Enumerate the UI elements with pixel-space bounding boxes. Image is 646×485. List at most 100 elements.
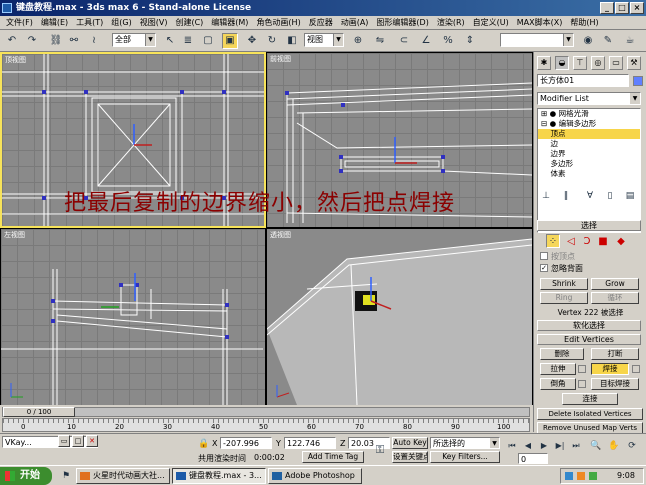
- menu-customize[interactable]: 自定义(U): [469, 17, 513, 28]
- snap-icon[interactable]: ⊂: [396, 33, 412, 49]
- named-selection-dropdown[interactable]: ▼: [500, 33, 574, 47]
- next-frame-icon[interactable]: ▶|: [552, 438, 568, 454]
- show-end-result-icon[interactable]: ‖: [558, 188, 574, 204]
- menu-animation[interactable]: 动画(A): [337, 17, 373, 28]
- menu-graph-editors[interactable]: 图形编辑器(D): [372, 17, 432, 28]
- selection-filter-dropdown[interactable]: 全部 ▼: [112, 33, 156, 47]
- selection-rollout-header[interactable]: 选择: [537, 220, 641, 231]
- angle-snap-icon[interactable]: ∠: [418, 33, 434, 49]
- menu-rendering[interactable]: 渲染(R): [433, 17, 469, 28]
- rotate-icon[interactable]: ↻: [264, 33, 280, 49]
- menu-create[interactable]: 创建(C): [171, 17, 207, 28]
- chamfer-settings-button[interactable]: [578, 380, 586, 388]
- key-mode-dropdown[interactable]: 所选择的 ▼: [430, 437, 500, 449]
- select-icon[interactable]: ↖: [162, 33, 178, 49]
- modifier-list-dropdown[interactable]: Modifier List ▼: [537, 92, 641, 105]
- ignore-backfacing-checkbox[interactable]: ✓: [540, 264, 548, 272]
- spinner-snap-icon[interactable]: ⇕: [462, 33, 478, 49]
- object-color-swatch[interactable]: [633, 76, 643, 86]
- menu-group[interactable]: 组(G): [107, 17, 135, 28]
- extrude-button[interactable]: 拉伸: [540, 363, 576, 375]
- move-icon[interactable]: ✥: [244, 33, 260, 49]
- task-photoshop[interactable]: Adobe Photoshop: [268, 468, 362, 484]
- tray-volume-icon[interactable]: [577, 472, 585, 480]
- remove-modifier-icon[interactable]: ▯: [602, 188, 618, 204]
- current-frame-field[interactable]: 0: [518, 453, 548, 464]
- rect-selection-icon[interactable]: ▢: [200, 33, 216, 49]
- window-close-icon[interactable]: ✕: [86, 435, 98, 447]
- key-filters-button[interactable]: Key Filters...: [430, 451, 500, 463]
- create-tab-icon[interactable]: ✱: [537, 56, 551, 70]
- undo-icon[interactable]: ↶: [4, 33, 20, 49]
- tray-network-icon[interactable]: [565, 472, 573, 480]
- start-button[interactable]: 开始: [0, 467, 52, 485]
- maximize-button[interactable]: □: [615, 2, 629, 14]
- display-tab-icon[interactable]: ▭: [609, 56, 623, 70]
- quick-render-icon[interactable]: ☕: [622, 33, 638, 49]
- pan-icon[interactable]: ✋: [606, 438, 622, 454]
- goto-end-icon[interactable]: ⏭: [568, 438, 584, 454]
- viewport-perspective[interactable]: 透视图: [266, 228, 533, 406]
- add-time-tag-button[interactable]: Add Time Tag: [302, 451, 364, 463]
- weld-settings-button[interactable]: [632, 365, 640, 373]
- remove-isolated-vertices-button[interactable]: Delete Isolated Vertices: [537, 408, 643, 420]
- lock-selection-icon[interactable]: 🔒: [196, 436, 212, 452]
- edge-mode-icon[interactable]: ◁: [564, 234, 578, 248]
- goto-start-icon[interactable]: ⏮: [504, 438, 520, 454]
- auto-key-button[interactable]: Auto Key: [392, 437, 428, 449]
- menu-maxscript[interactable]: MAX脚本(X): [513, 17, 567, 28]
- pivot-center-icon[interactable]: ⊕: [350, 33, 366, 49]
- polygon-mode-icon[interactable]: ■: [596, 234, 610, 248]
- menu-views[interactable]: 视图(V): [136, 17, 172, 28]
- motion-tab-icon[interactable]: ◎: [591, 56, 605, 70]
- prev-frame-icon[interactable]: ◀: [520, 438, 536, 454]
- bind-spacewarp-icon[interactable]: ≀: [86, 33, 102, 49]
- arc-rotate-icon[interactable]: ⟳: [624, 438, 640, 454]
- window-crossing-icon[interactable]: ▣: [222, 33, 238, 49]
- target-weld-button[interactable]: 目标焊接: [591, 378, 639, 390]
- task-mars-forum[interactable]: 火星时代动画大社...: [76, 468, 170, 484]
- stack-item-edit-poly[interactable]: ⊟ ● 编辑多边形: [538, 119, 640, 129]
- menu-tools[interactable]: 工具(T): [72, 17, 107, 28]
- by-vertex-checkbox[interactable]: [540, 252, 548, 260]
- remove-button[interactable]: 删除: [540, 348, 584, 360]
- edit-vertices-rollout-header[interactable]: Edit Vertices: [537, 334, 641, 345]
- stack-item-element[interactable]: 体素: [538, 169, 640, 179]
- stack-item-edge[interactable]: 边: [538, 139, 640, 149]
- quicklaunch-icon[interactable]: ⚑: [58, 468, 74, 484]
- time-slider[interactable]: 0 / 100: [3, 407, 75, 417]
- clock[interactable]: 9:08: [617, 471, 635, 480]
- reference-coord-dropdown[interactable]: 视图 ▼: [304, 33, 344, 47]
- element-mode-icon[interactable]: ◆: [614, 234, 628, 248]
- window-restore-icon[interactable]: ▭: [58, 435, 70, 447]
- make-unique-icon[interactable]: ∀: [582, 188, 598, 204]
- play-icon[interactable]: ▶: [536, 438, 552, 454]
- modify-tab-icon[interactable]: ◒: [555, 56, 569, 70]
- stack-item-meshsmooth[interactable]: ⊞ ● 网格光滑: [538, 109, 640, 119]
- object-name-field[interactable]: 长方体01: [537, 74, 629, 87]
- y-coord-field[interactable]: 122.746: [284, 437, 336, 449]
- loop-button[interactable]: 循环: [591, 292, 639, 304]
- utilities-tab-icon[interactable]: ⚒: [627, 56, 641, 70]
- scale-icon[interactable]: ◧: [284, 33, 300, 49]
- redo-icon[interactable]: ↷: [24, 33, 40, 49]
- track-bar[interactable]: 0 10 20 30 40 50 60 70 80 90 100: [2, 418, 530, 432]
- menu-character[interactable]: 角色动画(H): [252, 17, 304, 28]
- grow-button[interactable]: Grow: [591, 278, 639, 290]
- x-coord-field[interactable]: -207.996: [220, 437, 272, 449]
- stack-item-polygon[interactable]: 多边形: [538, 159, 640, 169]
- unlink-icon[interactable]: ⚯: [66, 33, 82, 49]
- shrink-button[interactable]: Shrink: [540, 278, 588, 290]
- connect-button[interactable]: 连接: [562, 393, 618, 405]
- time-slider-track[interactable]: 0 / 100: [2, 407, 530, 417]
- percent-snap-icon[interactable]: %: [440, 33, 456, 49]
- weld-button[interactable]: 焊接: [591, 363, 629, 375]
- stack-item-border[interactable]: 边界: [538, 149, 640, 159]
- menu-modifiers[interactable]: 编辑器(M): [207, 17, 252, 28]
- minimize-button[interactable]: _: [600, 2, 614, 14]
- pin-stack-icon[interactable]: ⊥: [538, 188, 554, 204]
- break-button[interactable]: 打断: [591, 348, 639, 360]
- window-max-icon[interactable]: □: [72, 435, 84, 447]
- zoom-icon[interactable]: 🔍: [588, 438, 604, 454]
- menu-edit[interactable]: 编辑(E): [37, 17, 72, 28]
